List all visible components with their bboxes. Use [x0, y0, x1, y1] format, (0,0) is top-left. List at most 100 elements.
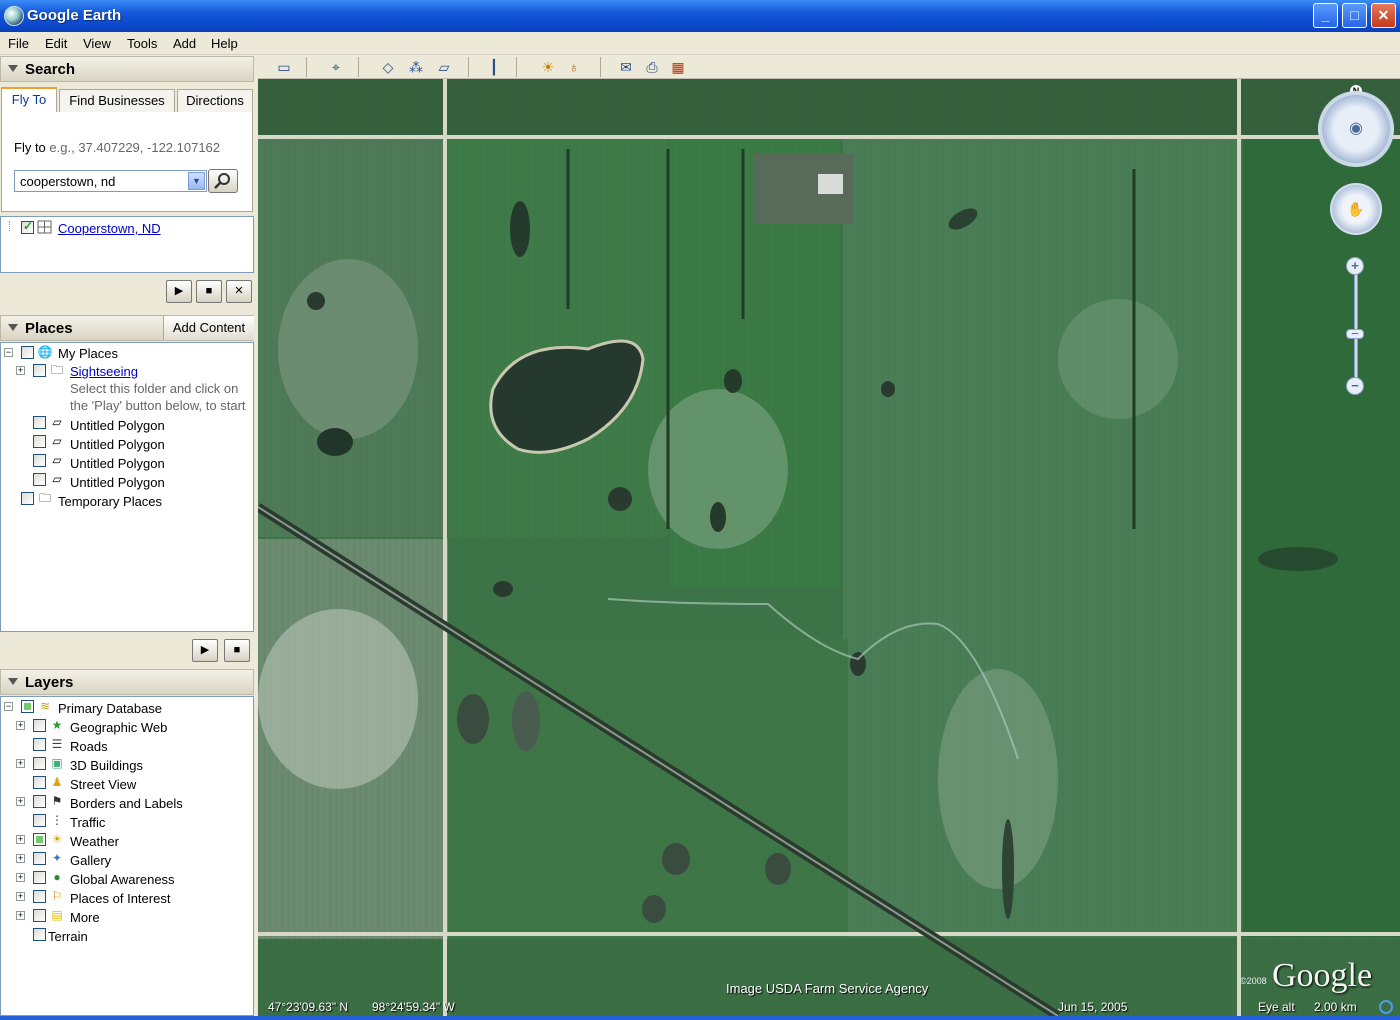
expand-layer[interactable]: + [16, 892, 25, 901]
view-in-maps-icon[interactable]: ▦ [668, 58, 688, 76]
sunlight-icon[interactable]: ☀ [538, 58, 558, 76]
primary-database-label[interactable]: Primary Database [58, 701, 162, 716]
expand-primary-database[interactable]: − [4, 702, 13, 711]
zoom-slider[interactable]: + − − [1345, 257, 1367, 397]
my-places-label[interactable]: My Places [58, 346, 118, 361]
zoom-out-button[interactable]: − [1346, 377, 1364, 395]
menu-help[interactable]: Help [211, 36, 238, 51]
polygon-checkbox[interactable] [33, 473, 46, 486]
polygon-checkbox[interactable] [33, 416, 46, 429]
zoom-thumb[interactable]: − [1346, 327, 1364, 340]
move-joystick[interactable]: ✋ [1330, 183, 1382, 235]
expand-layer[interactable]: + [16, 911, 25, 920]
terrain-label[interactable]: Terrain [48, 929, 88, 944]
tab-find-businesses[interactable]: Find Businesses [59, 89, 175, 113]
search-stop-button[interactable]: ■ [196, 280, 222, 303]
result-checkbox[interactable] [21, 219, 34, 234]
map-view[interactable]: N ◉ ✋ + − − ©2008 Google Image USDA Farm… [258, 79, 1400, 1016]
search-panel-header[interactable]: Search [0, 56, 254, 82]
latitude-readout: 47°23'09.63" N [268, 1000, 349, 1014]
add-polygon-icon[interactable]: ◇ [378, 58, 398, 76]
satellite-imagery[interactable] [258, 79, 1400, 1016]
polygon-checkbox[interactable] [33, 435, 46, 448]
expand-layer[interactable]: + [16, 835, 25, 844]
polygon-label[interactable]: Untitled Polygon [70, 456, 165, 471]
search-play-button[interactable]: ▶ [166, 280, 192, 303]
layer-street-view[interactable]: Street View [70, 777, 136, 792]
layer-checkbox[interactable] [33, 776, 46, 789]
temporary-places-checkbox[interactable] [21, 492, 34, 505]
menu-edit[interactable]: Edit [45, 36, 67, 51]
places-header-label: Places [25, 320, 73, 337]
layer-places-of-interest[interactable]: Places of Interest [70, 891, 170, 906]
layer-checkbox[interactable] [33, 795, 46, 808]
places-play-button[interactable]: ▶ [192, 639, 218, 662]
polygon-label[interactable]: Untitled Polygon [70, 418, 165, 433]
layer-checkbox[interactable] [33, 852, 46, 865]
sky-planet-icon[interactable]: ♁ [564, 58, 584, 76]
layer-3d-buildings[interactable]: 3D Buildings [70, 758, 143, 773]
expand-my-places[interactable]: − [4, 348, 13, 357]
layer-roads[interactable]: Roads [70, 739, 108, 754]
polygon-label[interactable]: Untitled Polygon [70, 437, 165, 452]
layer-checkbox[interactable] [33, 757, 46, 770]
ruler-icon[interactable]: ┃ [484, 58, 504, 76]
polygon-checkbox[interactable] [33, 454, 46, 467]
layer-checkbox[interactable] [33, 738, 46, 751]
layer-checkbox[interactable] [33, 890, 46, 903]
add-path-icon[interactable]: ⁂ [406, 58, 426, 76]
email-icon[interactable]: ✉ [616, 58, 636, 76]
expand-layer[interactable]: + [16, 759, 25, 768]
menu-add[interactable]: Add [173, 36, 196, 51]
print-icon[interactable]: ⎙ [642, 58, 662, 76]
primary-database-checkbox[interactable] [21, 700, 34, 713]
tab-directions[interactable]: Directions [177, 89, 253, 113]
layer-traffic[interactable]: Traffic [70, 815, 105, 830]
menu-view[interactable]: View [83, 36, 111, 51]
zoom-in-button[interactable]: + [1346, 257, 1364, 275]
layer-gallery[interactable]: Gallery [70, 853, 111, 868]
polygon-label[interactable]: Untitled Polygon [70, 475, 165, 490]
expand-layer[interactable]: + [16, 873, 25, 882]
sightseeing-link[interactable]: Sightseeing [70, 364, 138, 379]
look-joystick[interactable]: ◉ [1318, 91, 1394, 167]
fly-to-prompt: Fly to e.g., 37.407229, -122.107162 [14, 140, 220, 155]
sidebar-toggle-icon[interactable]: ▭ [274, 58, 294, 76]
layer-checkbox[interactable] [33, 871, 46, 884]
places-panel-header[interactable]: Places Add Content [0, 315, 254, 341]
layer-global-awareness[interactable]: Global Awareness [70, 872, 175, 887]
places-stop-button[interactable]: ■ [224, 639, 250, 662]
tab-fly-to[interactable]: Fly To [1, 87, 57, 113]
temporary-places-label[interactable]: Temporary Places [58, 494, 162, 509]
layers-panel-header[interactable]: Layers [0, 669, 254, 695]
layer-checkbox[interactable] [33, 909, 46, 922]
close-button[interactable]: ✕ [1371, 3, 1396, 28]
layer-borders-and-labels[interactable]: Borders and Labels [70, 796, 183, 811]
minimize-button[interactable]: _ [1313, 3, 1338, 28]
image-overlay-icon[interactable]: ▱ [434, 58, 454, 76]
expand-layer[interactable]: + [16, 797, 25, 806]
layer-geographic-web[interactable]: Geographic Web [70, 720, 167, 735]
expand-layer[interactable]: + [16, 854, 25, 863]
expand-layer[interactable]: + [16, 721, 25, 730]
layer-weather[interactable]: Weather [70, 834, 119, 849]
my-places-checkbox[interactable] [21, 346, 34, 359]
add-placemark-icon[interactable]: ⌖ [326, 58, 346, 76]
layer-checkbox[interactable] [33, 719, 46, 732]
layer-checkbox[interactable] [33, 814, 46, 827]
add-content-button[interactable]: Add Content [163, 316, 254, 340]
menu-file[interactable]: File [8, 36, 29, 51]
sightseeing-checkbox[interactable] [33, 364, 46, 377]
dropdown-chevron-icon[interactable]: ▼ [188, 172, 205, 190]
expand-sightseeing[interactable]: + [16, 366, 25, 375]
result-cooperstown-link[interactable]: Cooperstown, ND [58, 221, 161, 236]
search-clear-button[interactable]: ✕ [226, 280, 252, 303]
layer-more[interactable]: More [70, 910, 100, 925]
window-title: Google Earth [27, 7, 122, 24]
search-button[interactable] [208, 169, 238, 193]
fly-to-input[interactable]: cooperstown, nd ▼ [14, 170, 207, 192]
menu-tools[interactable]: Tools [127, 36, 157, 51]
layer-checkbox[interactable] [33, 833, 46, 846]
maximize-button[interactable]: □ [1342, 3, 1367, 28]
terrain-checkbox[interactable] [33, 928, 46, 941]
